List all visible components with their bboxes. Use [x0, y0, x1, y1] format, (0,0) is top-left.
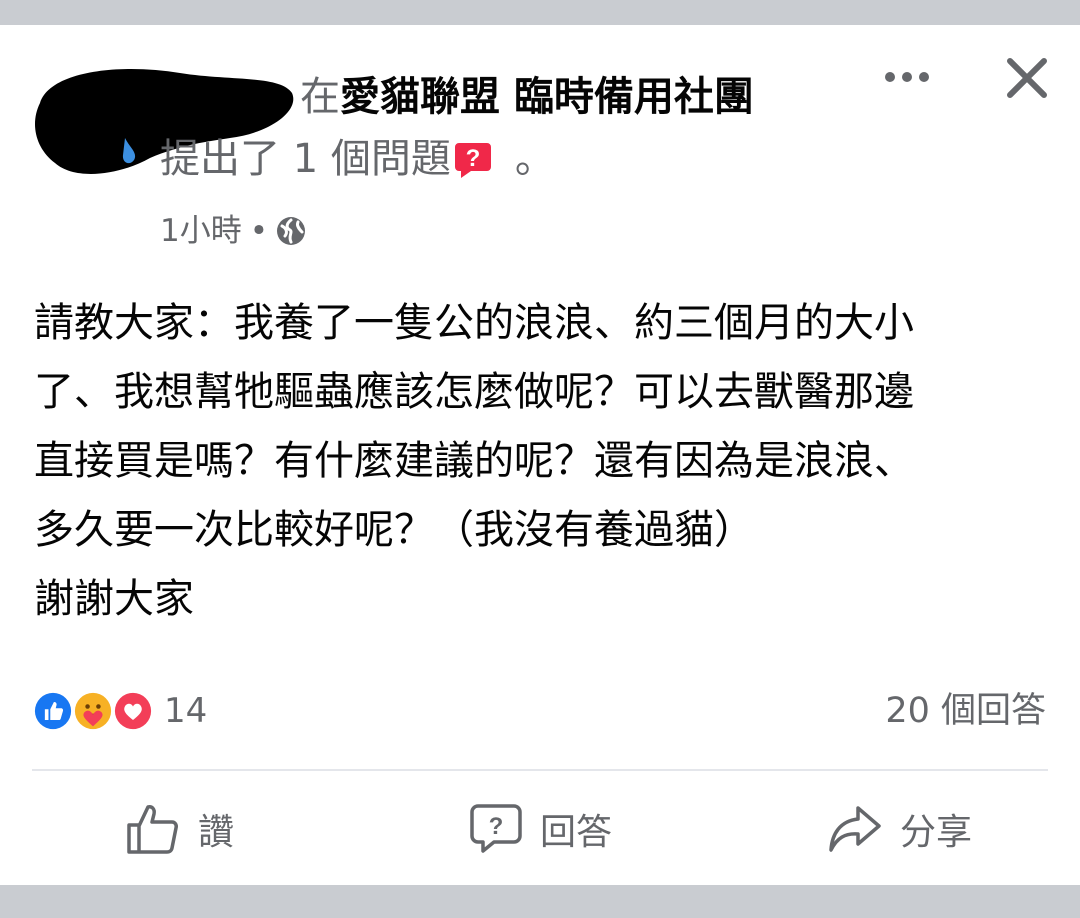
post-line: 直接買是嗎？有什麼建議的呢？還有因為是浪浪、 — [34, 438, 914, 484]
post-meta: 1小時 • — [160, 211, 306, 251]
group-name-link[interactable]: 愛貓聯盟 臨時備用社團 — [340, 74, 754, 120]
post-card: 在愛貓聯盟 臨時備用社團 提出了 1 個問題 ? 。 1小時 • 請教大家：我養… — [0, 25, 1080, 885]
post-text: 請教大家：我養了一隻公的浪浪、約三個月的大小 了、我想幫牠驅蟲應該怎麼做呢？可以… — [34, 289, 1054, 634]
post-line: 謝謝大家 — [34, 576, 194, 622]
share-arrow-icon — [829, 806, 881, 852]
like-label: 讚 — [198, 812, 235, 853]
share-label: 分享 — [900, 812, 973, 853]
share-button[interactable]: 分享 — [828, 800, 972, 858]
care-reaction-icon — [72, 690, 114, 732]
post-line: 了、我想幫牠驅蟲應該怎麼做呢？可以去獸醫那邊 — [34, 369, 914, 415]
question-badge-icon: ? — [454, 143, 491, 178]
question-bubble-icon: ? — [470, 804, 522, 853]
answers-count-link[interactable]: 20 個回答 — [885, 689, 1046, 733]
like-button[interactable]: 讚 — [126, 800, 234, 858]
action-period: 。 — [514, 136, 555, 182]
svg-text:?: ? — [466, 145, 481, 172]
group-header: 在愛貓聯盟 臨時備用社團 — [300, 71, 754, 123]
love-reaction-icon — [112, 690, 154, 732]
svg-text:?: ? — [489, 813, 504, 840]
more-icon[interactable] — [878, 59, 936, 95]
thumbs-up-icon — [127, 805, 178, 854]
like-reaction-icon — [32, 690, 74, 732]
post-timestamp[interactable]: 1小時 — [160, 211, 242, 251]
post-line: 請教大家：我養了一隻公的浪浪、約三個月的大小 — [34, 300, 914, 346]
answer-label: 回答 — [540, 812, 613, 853]
divider — [32, 769, 1048, 771]
group-preposition: 在 — [300, 74, 340, 120]
post-action-line: 提出了 1 個問題 ? 。 — [160, 133, 555, 185]
post-line: 多久要一次比較好呢？（我沒有養過貓） — [34, 507, 754, 553]
post-action-text: 提出了 1 個問題 — [160, 136, 451, 182]
meta-separator: • — [249, 213, 269, 249]
reactions-summary[interactable]: 14 — [32, 689, 207, 733]
reaction-count: 14 — [164, 691, 208, 731]
globe-icon — [277, 217, 306, 245]
close-icon[interactable] — [1004, 55, 1050, 101]
answer-button[interactable]: ? 回答 — [470, 800, 612, 858]
